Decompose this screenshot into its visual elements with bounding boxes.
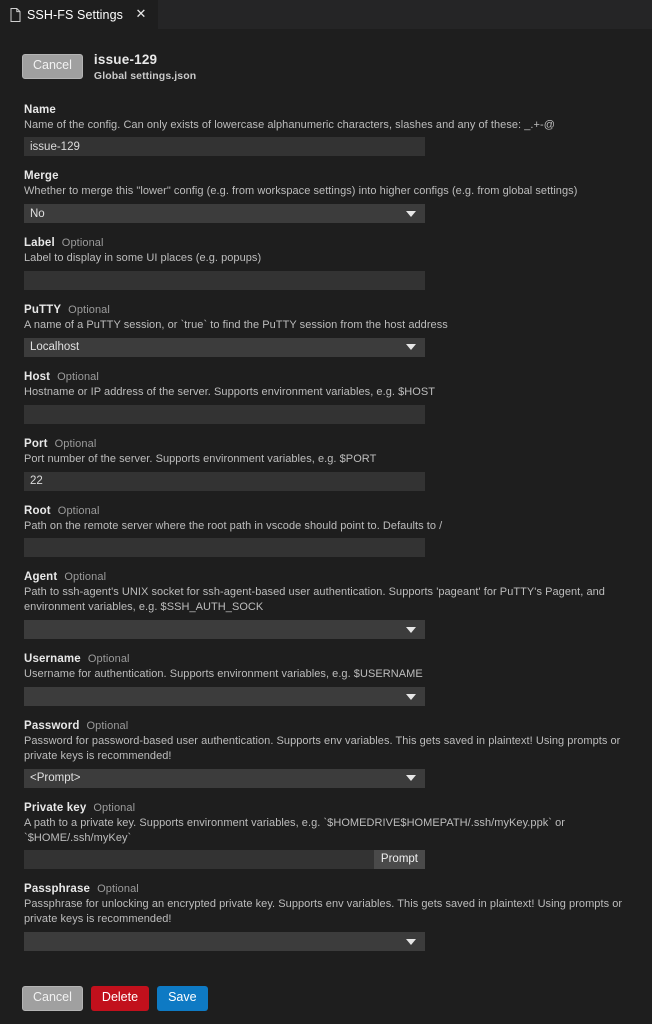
chevron-down-icon — [406, 210, 416, 217]
field-label-merge: Merge — [24, 170, 652, 182]
field-label-text: Agent — [24, 571, 58, 584]
field-passphrase: Passphrase Optional Passphrase for unlocki… — [24, 883, 652, 952]
field-label-root: Root Optional — [24, 505, 652, 517]
select-value-password: <Prompt> — [30, 772, 81, 785]
header-titles: issue-129 Global settings.json — [94, 52, 196, 82]
field-root: Root Optional Path on the remote server wh… — [24, 505, 652, 558]
delete-button[interactable]: Delete — [90, 986, 150, 1011]
field-port: Port Optional Port number of the server. S… — [24, 438, 652, 491]
field-label-private-key: Private key Optional — [24, 802, 652, 814]
page-header: Cancel issue-129 Global settings.json — [0, 30, 652, 82]
field-description-root: Path on the remote server where the root… — [24, 519, 443, 532]
field-description-putty: A name of a PuTTY session, or `true` to … — [24, 319, 448, 332]
field-description-agent: Path to ssh-agent's UNIX socket for ssh-… — [24, 586, 605, 614]
field-label: Label Optional Label to display in some UI… — [24, 237, 652, 291]
close-icon[interactable]: ✕ — [133, 7, 149, 23]
field-description-host: Hostname or IP address of the server. Su… — [24, 385, 435, 398]
field-optional-badge: Optional — [54, 437, 97, 450]
select-putty[interactable]: Localhost — [24, 337, 425, 357]
select-agent[interactable] — [24, 620, 425, 640]
chevron-down-icon — [406, 693, 416, 700]
field-description-merge: Whether to merge this "lower" config (e.… — [24, 185, 578, 198]
field-label-text: Passphrase — [24, 883, 91, 896]
input-port[interactable] — [24, 471, 425, 491]
select-password[interactable]: <Prompt> — [24, 768, 425, 788]
settings-page: Cancel issue-129 Global settings.json Na… — [0, 30, 652, 1024]
field-label-text: Port — [24, 437, 48, 450]
tab-label: SSH-FS Settings — [27, 7, 123, 22]
field-description-label: Label to display in some UI places (e.g.… — [24, 252, 262, 265]
field-merge: Merge Whether to merge this "lower" confi… — [24, 170, 652, 224]
input-root[interactable] — [24, 538, 425, 558]
field-name: Name Name of the config. Can only exists … — [24, 104, 652, 157]
field-label-host: Host Optional — [24, 371, 652, 383]
field-description-private-key: A path to a private key. Supports enviro… — [24, 816, 565, 844]
input-label[interactable] — [24, 271, 425, 291]
field-label-text: Password — [24, 720, 80, 733]
input-row-private-key: Prompt — [24, 850, 425, 870]
input-private-key[interactable] — [24, 850, 425, 870]
field-description-username: Username for authentication. Supports en… — [24, 668, 423, 681]
chevron-down-icon — [406, 938, 416, 945]
page-title: issue-129 — [93, 52, 158, 67]
field-label-text: Label — [24, 237, 55, 250]
field-label-label: Label Optional — [24, 237, 652, 249]
field-optional-badge: Optional — [68, 304, 110, 317]
file-icon — [10, 7, 21, 22]
field-label-text: Name — [24, 103, 56, 116]
field-label-password: Password Optional — [24, 720, 652, 732]
footer-actions: Cancel Delete Save — [22, 986, 208, 1011]
field-label-text: Private key — [24, 801, 87, 814]
field-optional-badge: Optional — [61, 237, 104, 250]
input-host[interactable] — [24, 404, 425, 424]
select-passphrase[interactable] — [24, 932, 425, 952]
cancel-button[interactable]: Cancel — [22, 986, 83, 1011]
tab-bar: SSH-FS Settings ✕ — [0, 0, 652, 30]
header-cancel-button[interactable]: Cancel — [22, 54, 83, 80]
page-subtitle: Global settings.json — [93, 69, 197, 82]
field-optional-badge: Optional — [57, 370, 99, 383]
field-label-name: Name — [24, 104, 652, 116]
field-label-passphrase: Passphrase Optional — [24, 883, 652, 895]
field-label-agent: Agent Optional — [24, 571, 652, 583]
field-password: Password Optional Password for password-ba… — [24, 720, 652, 788]
field-optional-badge: Optional — [86, 720, 129, 733]
tab-ssh-fs-settings[interactable]: SSH-FS Settings ✕ — [0, 0, 159, 29]
field-label-text: Host — [24, 370, 51, 383]
input-name[interactable] — [24, 137, 425, 157]
field-description-password: Password for password-based user authent… — [24, 735, 621, 762]
field-label-text: Username — [24, 653, 81, 666]
select-value-putty: Localhost — [30, 341, 80, 354]
field-label-text: PuTTY — [24, 304, 62, 317]
prompt-button-private-key[interactable]: Prompt — [373, 850, 425, 870]
select-value-merge: No — [30, 207, 45, 220]
field-private-key: Private key Optional A path to a private k… — [24, 802, 652, 870]
tab-bar-empty-space — [158, 0, 652, 29]
field-optional-badge: Optional — [64, 571, 107, 584]
field-description-name: Name of the config. Can only exists of l… — [24, 118, 555, 131]
field-optional-badge: Optional — [93, 801, 136, 814]
field-optional-badge: Optional — [97, 883, 139, 896]
field-label-text: Merge — [24, 170, 59, 183]
chevron-down-icon — [406, 775, 416, 782]
select-merge[interactable]: No — [24, 204, 425, 224]
field-putty: PuTTY Optional A name of a PuTTY session, … — [24, 304, 652, 357]
field-label-putty: PuTTY Optional — [24, 304, 652, 316]
field-description-passphrase: Passphrase for unlocking an encrypted pr… — [24, 898, 623, 926]
field-agent: Agent Optional Path to ssh-agent's UNIX so… — [24, 571, 652, 640]
field-label-port: Port Optional — [24, 438, 652, 450]
field-host: Host Optional Hostname or IP address of th… — [24, 371, 652, 424]
chevron-down-icon — [406, 344, 416, 351]
fields-container: Name Name of the config. Can only exists … — [0, 104, 652, 952]
save-button[interactable]: Save — [157, 986, 208, 1011]
field-label-text: Root — [24, 504, 51, 517]
field-optional-badge: Optional — [87, 653, 130, 666]
field-optional-badge: Optional — [57, 504, 100, 517]
field-username: Username Optional Username for authenticat… — [24, 653, 652, 707]
select-username[interactable] — [24, 687, 425, 707]
field-description-port: Port number of the server. Supports envi… — [24, 452, 377, 465]
field-label-username: Username Optional — [24, 653, 652, 665]
chevron-down-icon — [406, 626, 416, 633]
